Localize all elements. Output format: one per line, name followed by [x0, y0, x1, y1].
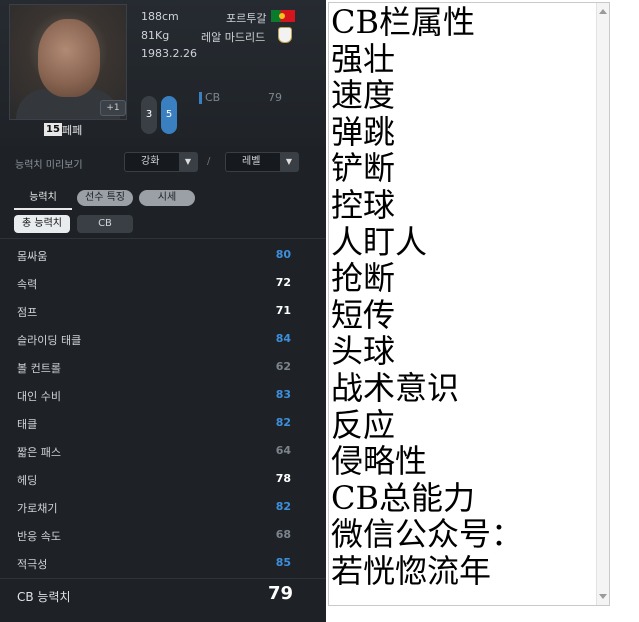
tab-stats[interactable]: 능력치: [14, 188, 72, 210]
player-birthdate: 1983.2.26: [141, 47, 197, 60]
real-madrid-crest-icon: [278, 27, 292, 43]
player-info-panel: +1 15 페페 188cm 81Kg 1983.2.26 포르투갈 레알 마드…: [0, 0, 326, 622]
stat-value: 85: [275, 556, 291, 569]
stat-row: 반응 속도 68: [0, 520, 326, 548]
player-weight: 81Kg: [141, 29, 170, 42]
preferred-foot-indicator: 3 5: [141, 96, 179, 136]
text-line: 短传: [331, 295, 396, 334]
portugal-flag-icon: [271, 10, 295, 22]
stat-label: 속력: [17, 278, 38, 291]
stat-row: 속력 72: [0, 268, 326, 296]
chip-cb[interactable]: CB: [77, 215, 133, 233]
text-line: 侵略性: [331, 442, 428, 481]
player-nationality: 포르투갈: [226, 12, 267, 25]
stat-value: 78: [275, 472, 291, 485]
total-label: CB 능력치: [17, 590, 71, 604]
player-header: +1 15 페페 188cm 81Kg 1983.2.26 포르투갈 레알 마드…: [0, 0, 326, 146]
text-line: 速度: [331, 76, 396, 115]
stat-label: 볼 컨트롤: [17, 362, 61, 375]
right-foot-icon: 5: [161, 96, 177, 134]
stat-value: 83: [275, 388, 291, 401]
text-line: 反应: [331, 405, 396, 444]
player-photo-head: [38, 19, 100, 97]
scrollbar[interactable]: [596, 3, 609, 605]
stat-label: 적극성: [17, 558, 48, 571]
stat-row: 대인 수비 83: [0, 380, 326, 408]
jersey-number: 15: [44, 123, 62, 136]
stat-value: 68: [275, 528, 291, 541]
stat-row: 슬라이딩 태클 84: [0, 324, 326, 352]
text-line: 弹跳: [331, 112, 396, 151]
player-height: 188cm: [141, 10, 179, 23]
stat-value: 72: [275, 276, 291, 289]
text-line: 微信公众号：: [331, 515, 524, 554]
tab-market[interactable]: 시세: [139, 190, 195, 206]
stat-label: 짧은 패스: [17, 446, 61, 459]
stat-label: 몸싸움: [17, 250, 48, 263]
text-line: 强壮: [331, 39, 396, 78]
text-line: 战术意识: [331, 368, 460, 407]
flag-seal: [279, 13, 285, 19]
text-line: 头球: [331, 332, 396, 371]
level-dropdown-label: 레벨: [242, 156, 261, 167]
stat-value: 84: [275, 332, 291, 345]
preview-label: 능력치 미리보기: [15, 160, 83, 171]
enhance-dropdown-label: 강화: [141, 156, 160, 167]
grade-badge: +1: [100, 100, 126, 116]
chip-total-stats[interactable]: 총 능력치: [14, 215, 70, 233]
scroll-down-icon[interactable]: [599, 594, 607, 599]
total-value: 79: [267, 583, 293, 604]
enhance-dropdown[interactable]: 강화 ▼: [124, 152, 198, 172]
position-label: CB: [205, 91, 221, 104]
chevron-down-icon: ▼: [179, 153, 197, 171]
stat-value: 62: [275, 360, 291, 373]
stat-label: 점프: [17, 306, 38, 319]
stat-label: 가로채기: [17, 502, 58, 515]
scroll-up-icon[interactable]: [599, 9, 607, 14]
stat-row: 가로채기 82: [0, 492, 326, 520]
text-line: CB总能力: [331, 478, 476, 517]
player-club: 레알 마드리드: [201, 31, 266, 44]
stat-row: 헤딩 78: [0, 464, 326, 492]
tab-traits[interactable]: 선수 특징: [77, 190, 133, 206]
stat-label: 대인 수비: [17, 390, 61, 403]
text-note-box[interactable]: CB栏属性 强壮 速度 弹跳 铲断 控球 人盯人 抢断 短传 头球 战术意识 反应 侵略性 CB总能力 微信…: [328, 2, 610, 606]
control-separator: /: [207, 156, 211, 167]
text-line: CB栏属性: [331, 3, 476, 41]
stat-value: 64: [275, 444, 291, 457]
divider: [0, 238, 326, 239]
level-dropdown[interactable]: 레벨 ▼: [225, 152, 299, 172]
stat-row: 적극성 85: [0, 548, 326, 576]
player-name: 페페: [62, 124, 83, 137]
player-photo: +1: [9, 4, 127, 120]
text-line: 人盯人: [331, 222, 428, 261]
stat-label: 태클: [17, 418, 38, 431]
stat-row: 짧은 패스 64: [0, 436, 326, 464]
text-line: 控球: [331, 185, 396, 224]
stat-row: 몸싸움 80: [0, 240, 326, 268]
stat-row: 태클 82: [0, 408, 326, 436]
stat-label: 슬라이딩 태클: [17, 334, 82, 347]
stat-value: 82: [275, 500, 291, 513]
chevron-down-icon: ▼: [280, 153, 298, 171]
position-ovr: 79: [268, 91, 282, 104]
text-note-content: CB栏属性 强壮 速度 弹跳 铲断 控球 人盯人 抢断 短传 头球 战术意识 反应 侵略性 CB总能力 微信…: [331, 4, 523, 590]
stat-value: 80: [275, 248, 291, 261]
stat-value: 82: [275, 416, 291, 429]
stat-label: 반응 속도: [17, 530, 61, 543]
text-line: 铲断: [331, 149, 396, 188]
left-foot-icon: 3: [141, 96, 157, 134]
text-line: 抢断: [331, 259, 396, 298]
stat-value: 71: [275, 304, 291, 317]
position-color-bar: [199, 92, 202, 104]
total-row: CB 능력치 79: [0, 578, 326, 611]
stat-label: 헤딩: [17, 474, 38, 487]
stat-row: 점프 71: [0, 296, 326, 324]
stat-row: 볼 컨트롤 62: [0, 352, 326, 380]
text-line: 若恍惚流年: [331, 551, 492, 590]
